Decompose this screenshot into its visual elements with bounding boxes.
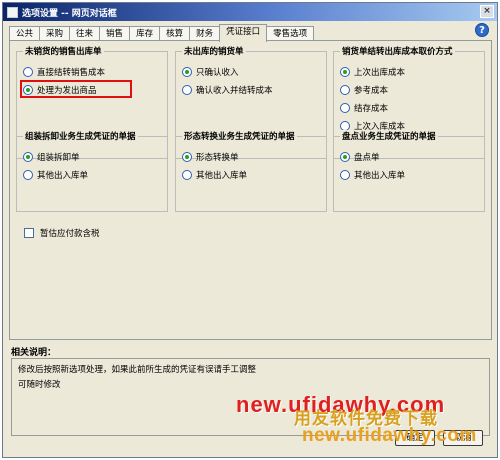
tab-bar: 公共 采购 往来 销售 库存 核算 财务 凭证接口 零售选项 (9, 24, 315, 42)
help-icon[interactable]: ? (475, 23, 489, 37)
watermark-url-2: new.ufidawhy.com (302, 425, 477, 447)
description-label: 相关说明： (11, 348, 57, 358)
option-label: 参考成本 (354, 86, 389, 96)
radio-other-io-doc[interactable]: 其他出入库单 (182, 169, 247, 181)
group-title: 未出库的销货单 (182, 45, 246, 57)
window-title: 选项设置 -- 网页对话框 (22, 8, 117, 19)
radio-button[interactable] (23, 67, 33, 77)
estimate-tax-checkbox[interactable]: 暂估应付款含税 (24, 227, 100, 239)
radio-button[interactable] (340, 85, 350, 95)
group-title: 组装拆卸业务生成凭证的单据 (23, 130, 138, 142)
checkbox-label: 暂估应付款含税 (40, 229, 100, 239)
radio-revenue-and-cost[interactable]: 确认收入并结转成本 (182, 84, 273, 96)
radio-stocktake-doc[interactable]: 盘点单 (340, 151, 380, 163)
description-line: 可随时修改 (18, 380, 61, 390)
radio-reference-cost[interactable]: 参考成本 (340, 84, 388, 96)
option-label: 只确认收入 (196, 68, 239, 78)
radio-revenue-only[interactable]: 只确认收入 (182, 66, 239, 78)
tab-voucher-interface[interactable]: 凭证接口 (219, 24, 268, 42)
radio-button[interactable] (182, 170, 192, 180)
radio-button[interactable] (340, 67, 350, 77)
radio-button[interactable] (23, 152, 33, 162)
radio-other-io-doc[interactable]: 其他出入库单 (340, 169, 405, 181)
radio-button[interactable] (182, 85, 192, 95)
radio-button[interactable] (340, 103, 350, 113)
option-label: 其他出入库单 (37, 171, 89, 181)
radio-assembly-doc[interactable]: 组装拆卸单 (23, 151, 80, 163)
title-bar: 选项设置 -- 网页对话框 (3, 3, 497, 21)
close-icon[interactable]: × (480, 5, 494, 18)
option-label: 结存成本 (354, 104, 389, 114)
group-transform-voucher: 形态转换业务生成凭证的单据 形态转换单 其他出入库单 (175, 130, 327, 212)
options-panel: 未销货的销售出库单 直接结转销售成本 处理为发出商品 未出库的销货单 只确认收入… (9, 40, 492, 340)
radio-button[interactable] (340, 152, 350, 162)
radio-button[interactable] (23, 170, 33, 180)
group-title: 形态转换业务生成凭证的单据 (182, 130, 297, 142)
group-title: 销货单结转出库成本取价方式 (340, 45, 455, 57)
radio-button[interactable] (182, 67, 192, 77)
radio-transform-doc[interactable]: 形态转换单 (182, 151, 239, 163)
radio-other-io-doc[interactable]: 其他出入库单 (23, 169, 88, 181)
option-label: 确认收入并结转成本 (196, 86, 273, 96)
option-label: 盘点单 (354, 153, 380, 163)
app-icon (7, 6, 18, 18)
group-title: 盘点业务生成凭证的单据 (340, 130, 438, 142)
option-label: 处理为发出商品 (37, 86, 97, 96)
option-label: 直接结转销售成本 (37, 68, 106, 78)
radio-button[interactable] (340, 170, 350, 180)
radio-balance-cost[interactable]: 结存成本 (340, 102, 388, 114)
radio-last-outbound-cost[interactable]: 上次出库成本 (340, 66, 405, 78)
radio-issued-goods[interactable]: 处理为发出商品 (23, 84, 97, 96)
radio-button[interactable] (23, 85, 33, 95)
group-inventory-voucher: 盘点业务生成凭证的单据 盘点单 其他出入库单 (333, 130, 485, 212)
radio-button[interactable] (182, 152, 192, 162)
option-label: 其他出入库单 (354, 171, 406, 181)
option-label: 上次出库成本 (354, 68, 406, 78)
group-assembly-voucher: 组装拆卸业务生成凭证的单据 组装拆卸单 其他出入库单 (16, 130, 168, 212)
dialog-window: 选项设置 -- 网页对话框 × 公共 采购 往来 销售 库存 核算 财务 凭证接… (2, 2, 498, 458)
option-label: 形态转换单 (196, 153, 239, 163)
radio-direct-cost[interactable]: 直接结转销售成本 (23, 66, 105, 78)
group-title: 未销货的销售出库单 (23, 45, 104, 57)
option-label: 组装拆卸单 (37, 153, 80, 163)
watermark-text: new.ufidawhy.com (302, 425, 477, 446)
description-line: 修改后按照新选项处理，如果此前所生成的凭证有误请手工调整 (18, 365, 257, 375)
option-label: 其他出入库单 (196, 171, 248, 181)
checkbox-box[interactable] (24, 228, 34, 238)
